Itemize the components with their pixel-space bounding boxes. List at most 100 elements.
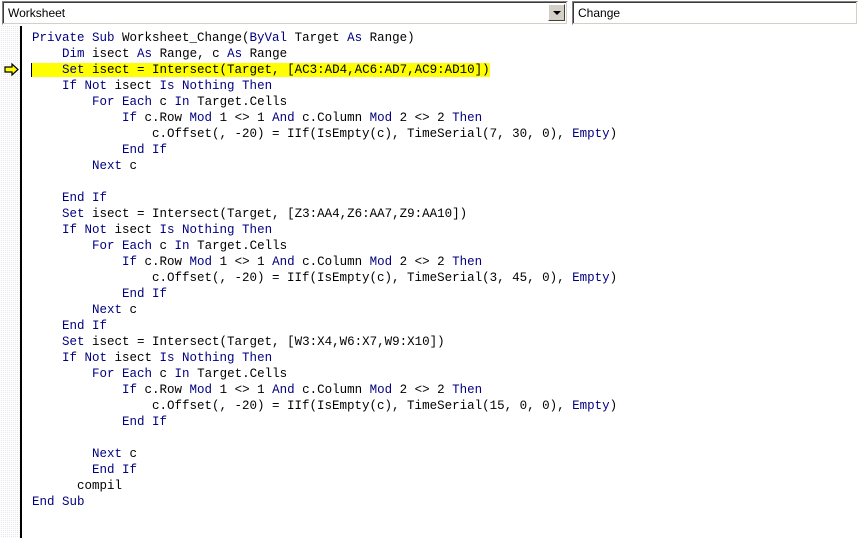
code-keyword: End If <box>62 319 108 333</box>
code-text: isect <box>114 351 160 365</box>
code-line[interactable]: End If <box>32 190 617 206</box>
code-listing[interactable]: Private Sub Worksheet_Change(ByVal Targe… <box>22 26 617 510</box>
code-keyword: End If <box>92 463 138 477</box>
procedure-dropdown-value: Change <box>578 6 621 20</box>
code-keyword: Mod <box>369 383 400 397</box>
code-keyword: Mod <box>189 111 220 125</box>
editor-margin-indicator-bar[interactable] <box>0 26 22 538</box>
code-line[interactable]: If c.Row Mod 1 <> 1 And c.Column Mod 2 <… <box>32 254 617 270</box>
code-line[interactable] <box>32 430 617 446</box>
code-line[interactable]: Set isect = Intersect(Target, [W3:X4,W6:… <box>32 334 617 350</box>
code-line[interactable]: Dim isect As Range, c As Range <box>32 46 617 62</box>
code-keyword: Next <box>92 447 130 461</box>
code-keyword: Next <box>92 159 130 173</box>
code-line[interactable]: For Each c In Target.Cells <box>32 238 617 254</box>
code-text: Range <box>249 47 288 61</box>
code-keyword: End If <box>62 191 108 205</box>
code-line[interactable]: If Not isect Is Nothing Then <box>32 350 617 366</box>
code-keyword: And <box>272 383 303 397</box>
object-dropdown-value: Worksheet <box>8 6 66 20</box>
code-line[interactable]: If c.Row Mod 1 <> 1 And c.Column Mod 2 <… <box>32 110 617 126</box>
code-keyword: If <box>122 383 145 397</box>
code-text <box>32 63 63 77</box>
code-text: Worksheet_Change( <box>122 31 250 45</box>
code-keyword: End Sub <box>32 495 85 509</box>
code-text: Target.Cells <box>197 95 288 109</box>
code-keyword: Set <box>62 63 93 77</box>
code-line[interactable]: Next c <box>32 446 617 462</box>
code-keyword: If Not <box>62 223 115 237</box>
object-dropdown[interactable]: Worksheet <box>2 1 568 25</box>
code-keyword: Set <box>62 335 93 349</box>
code-line[interactable]: End If <box>32 414 617 430</box>
object-dropdown-arrow-button[interactable] <box>548 4 565 21</box>
procedure-dropdown[interactable]: Change <box>572 1 858 25</box>
code-keyword: End If <box>122 287 168 301</box>
code-keyword: In <box>174 95 198 109</box>
code-line[interactable]: For Each c In Target.Cells <box>32 94 617 110</box>
code-keyword: For Each <box>92 95 160 109</box>
code-text: isect = Intersect(Target, [AC3:AD4,AC6:A… <box>92 63 490 77</box>
code-text: isect <box>114 223 160 237</box>
code-keyword: If <box>122 255 145 269</box>
code-line[interactable]: End If <box>32 462 617 478</box>
code-line[interactable]: Next c <box>32 302 617 318</box>
code-text: isect = Intersect(Target, [W3:X4,W6:X7,W… <box>92 335 445 349</box>
code-text: compil <box>32 479 123 493</box>
code-text: 2 <> 2 <box>399 255 453 269</box>
code-text: c.Offset(, -20) = IIf(IsEmpty(c), TimeSe… <box>32 399 573 413</box>
current-statement-arrow-icon[interactable] <box>4 63 19 76</box>
code-line[interactable]: End If <box>32 318 617 334</box>
code-line[interactable]: compil <box>32 478 617 494</box>
code-line[interactable]: c.Offset(, -20) = IIf(IsEmpty(c), TimeSe… <box>32 126 617 142</box>
code-line[interactable]: End Sub <box>32 494 617 510</box>
code-keyword: Private Sub <box>32 31 123 45</box>
code-text: c <box>129 159 138 173</box>
code-text: Range, c <box>159 47 228 61</box>
code-text: Target.Cells <box>197 367 288 381</box>
code-keyword: If Not <box>62 351 115 365</box>
code-keyword: Is Nothing Then <box>159 223 273 237</box>
code-text: isect <box>114 79 160 93</box>
code-keyword: Then <box>452 383 483 397</box>
code-line[interactable]: Private Sub Worksheet_Change(ByVal Targe… <box>32 30 617 46</box>
code-keyword: ByVal <box>249 31 295 45</box>
code-line[interactable]: Set isect = Intersect(Target, [Z3:AA4,Z6… <box>32 206 617 222</box>
code-line[interactable]: End If <box>32 286 617 302</box>
code-line[interactable]: c.Offset(, -20) = IIf(IsEmpty(c), TimeSe… <box>32 398 617 414</box>
code-line[interactable]: End If <box>32 142 617 158</box>
code-text-area[interactable]: Private Sub Worksheet_Change(ByVal Targe… <box>22 26 860 538</box>
code-text: c <box>159 239 175 253</box>
code-keyword: Dim <box>62 47 93 61</box>
code-line[interactable]: Next c <box>32 158 617 174</box>
code-text: c.Row <box>144 111 190 125</box>
code-text: c <box>159 367 175 381</box>
code-line[interactable]: If c.Row Mod 1 <> 1 And c.Column Mod 2 <… <box>32 382 617 398</box>
code-keyword: For Each <box>92 239 160 253</box>
code-keyword: Next <box>92 303 130 317</box>
code-line[interactable] <box>32 174 617 190</box>
code-text: c.Row <box>144 383 190 397</box>
code-keyword: In <box>174 367 198 381</box>
code-line[interactable]: If Not isect Is Nothing Then <box>32 78 617 94</box>
code-keyword: Mod <box>369 255 400 269</box>
code-text: Target <box>294 31 348 45</box>
code-line[interactable]: Set isect = Intersect(Target, [AC3:AD4,A… <box>32 62 617 78</box>
code-keyword: Empty <box>572 127 610 141</box>
code-text: ) <box>609 127 618 141</box>
code-line[interactable]: For Each c In Target.Cells <box>32 366 617 382</box>
code-line[interactable]: c.Offset(, -20) = IIf(IsEmpty(c), TimeSe… <box>32 270 617 286</box>
code-text: c <box>129 447 138 461</box>
code-keyword: Set <box>62 207 93 221</box>
code-line[interactable]: If Not isect Is Nothing Then <box>32 222 617 238</box>
